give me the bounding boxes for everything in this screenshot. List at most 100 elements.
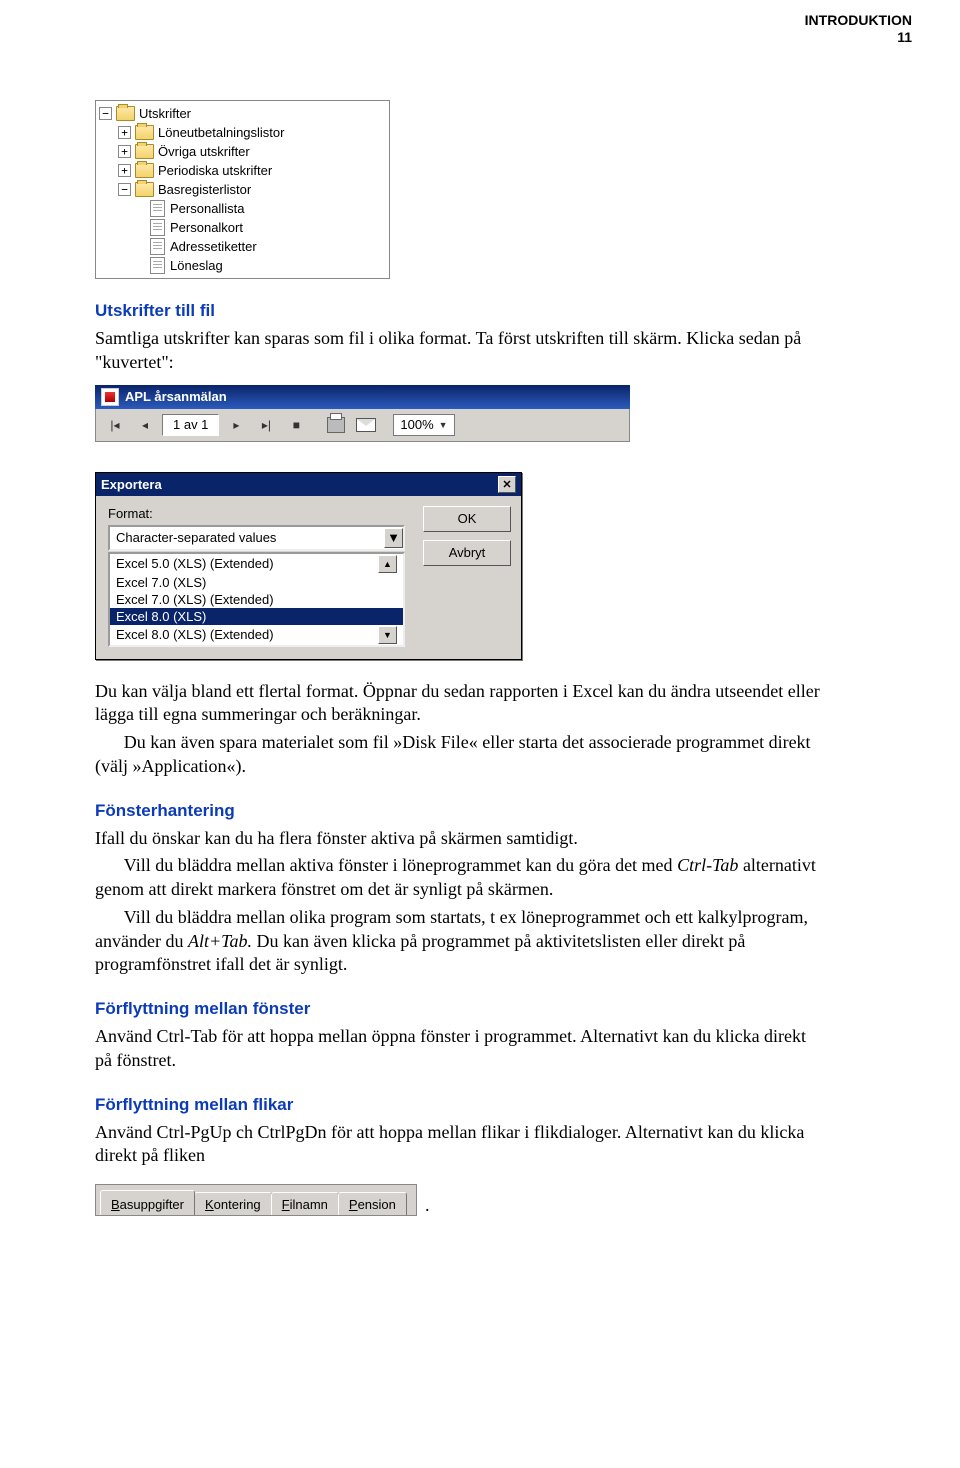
first-page-button[interactable]: |◂ <box>102 413 128 437</box>
envelope-icon <box>356 418 376 432</box>
combobox-value: Character-separated values <box>116 530 276 545</box>
tree-label: Övriga utskrifter <box>158 144 250 159</box>
folder-icon <box>135 125 154 140</box>
section-heading: Fönsterhantering <box>95 801 825 821</box>
tab-kontering[interactable]: Kontering <box>194 1192 272 1215</box>
page-indicator: 1 av 1 <box>162 414 219 436</box>
prev-page-button[interactable]: ◂ <box>132 413 158 437</box>
list-item[interactable]: Excel 8.0 (XLS) (Extended) ▼ <box>110 625 403 645</box>
tree-item[interactable]: Adressetiketter <box>99 237 389 256</box>
tree-label: Basregisterlistor <box>158 182 251 197</box>
tab-pension[interactable]: Pension <box>338 1192 407 1215</box>
format-listbox[interactable]: Excel 5.0 (XLS) (Extended) ▲ Excel 7.0 (… <box>108 552 405 647</box>
list-item[interactable]: Excel 7.0 (XLS) (Extended) <box>110 591 403 608</box>
tab-label: asuppgifter <box>120 1197 184 1212</box>
scroll-up-icon[interactable]: ▲ <box>378 555 397 573</box>
list-item-label: Excel 8.0 (XLS) (Extended) <box>116 627 274 642</box>
tree-label: Periodiska utskrifter <box>158 163 272 178</box>
tree-label: Personallista <box>170 201 244 216</box>
tree-label: Löneslag <box>170 258 223 273</box>
document-icon <box>150 219 165 236</box>
tree-label: Löneutbetalningslistor <box>158 125 284 140</box>
export-dialog: Exportera ✕ Format: Character-separated … <box>95 472 522 660</box>
body-text: Du kan även spara materialet som fil »Di… <box>95 731 825 779</box>
body-text: Ifall du önskar kan du ha flera fönster … <box>95 827 825 851</box>
document-icon <box>150 238 165 255</box>
section-heading: Utskrifter till fil <box>95 301 825 321</box>
close-button[interactable]: ✕ <box>498 476 516 493</box>
last-page-button[interactable]: ▸| <box>253 413 279 437</box>
print-button[interactable] <box>323 413 349 437</box>
printer-icon <box>327 417 345 433</box>
tree-view[interactable]: − Utskrifter + Löneutbetalningslistor + … <box>95 100 390 279</box>
tab-filnamn[interactable]: Filnamn <box>271 1192 339 1215</box>
folder-icon <box>135 182 154 197</box>
expand-icon[interactable]: + <box>118 145 131 158</box>
tree-item[interactable]: + Löneutbetalningslistor <box>99 123 389 142</box>
scroll-down-icon[interactable]: ▼ <box>378 626 397 644</box>
section-heading: Förflyttning mellan fönster <box>95 999 825 1019</box>
list-item-selected[interactable]: Excel 8.0 (XLS) <box>110 608 403 625</box>
button-label: OK <box>458 511 477 526</box>
expand-icon[interactable]: + <box>118 126 131 139</box>
list-item-label: Excel 7.0 (XLS) <box>116 575 206 590</box>
chevron-down-icon: ▼ <box>384 528 403 548</box>
collapse-icon[interactable]: − <box>99 107 112 120</box>
tree-item[interactable]: + Övriga utskrifter <box>99 142 389 161</box>
body-text: Använd Ctrl-Tab för att hoppa mellan öpp… <box>95 1025 825 1073</box>
tree-item[interactable]: + Periodiska utskrifter <box>99 161 389 180</box>
page-indicator-text: 1 av 1 <box>173 417 208 432</box>
format-combobox[interactable]: Character-separated values ▼ <box>108 525 405 551</box>
tab-label: ontering <box>214 1197 261 1212</box>
stop-button[interactable]: ■ <box>283 413 309 437</box>
body-text: Du kan välja bland ett flertal format. Ö… <box>95 680 825 728</box>
tree-item[interactable]: − Basregisterlistor <box>99 180 389 199</box>
list-item-label: Excel 5.0 (XLS) (Extended) <box>116 556 274 571</box>
tree-item[interactable]: Personallista <box>99 199 389 218</box>
body-text: Samtliga utskrifter kan sparas som fil i… <box>95 327 825 375</box>
page-number: 11 <box>805 29 912 46</box>
document-icon <box>150 257 165 274</box>
collapse-icon[interactable]: − <box>118 183 131 196</box>
body-text: . <box>425 1195 430 1216</box>
page-header: INTRODUKTION 11 <box>805 12 912 46</box>
next-page-button[interactable]: ▸ <box>223 413 249 437</box>
section-heading: Förflyttning mellan flikar <box>95 1095 825 1115</box>
folder-icon <box>135 144 154 159</box>
tree-label: Utskrifter <box>139 106 191 121</box>
tree-label: Personalkort <box>170 220 243 235</box>
export-button[interactable] <box>353 413 379 437</box>
dialog-titlebar: Exportera ✕ <box>96 473 521 496</box>
app-icon <box>101 388 119 406</box>
dialog-title: Exportera <box>101 477 162 492</box>
tab-label: ilnamn <box>290 1197 328 1212</box>
doc-title: INTRODUKTION <box>805 12 912 29</box>
cancel-button[interactable]: Avbryt <box>423 540 511 566</box>
tab-label: ension <box>358 1197 396 1212</box>
list-item-label: Excel 7.0 (XLS) (Extended) <box>116 592 274 607</box>
chevron-down-icon: ▼ <box>436 420 448 430</box>
format-label: Format: <box>108 506 405 521</box>
tree-label: Adressetiketter <box>170 239 257 254</box>
body-text: Vill du bläddra mellan olika program som… <box>95 906 825 977</box>
body-text: Vill du bläddra mellan aktiva fönster i … <box>95 854 825 902</box>
ok-button[interactable]: OK <box>423 506 511 532</box>
tree-item[interactable]: Personalkort <box>99 218 389 237</box>
button-label: Avbryt <box>449 545 486 560</box>
tree-item-utskrifter[interactable]: − Utskrifter <box>99 104 389 123</box>
list-item[interactable]: Excel 5.0 (XLS) (Extended) ▲ <box>110 554 403 574</box>
list-item[interactable]: Excel 7.0 (XLS) <box>110 574 403 591</box>
list-item-label: Excel 8.0 (XLS) <box>116 609 206 624</box>
body-text: Använd Ctrl-PgUp ch CtrlPgDn för att hop… <box>95 1121 825 1169</box>
zoom-value: 100% <box>400 417 433 432</box>
tab-basuppgifter[interactable]: Basuppgifter <box>100 1190 195 1215</box>
window-title: APL årsanmälan <box>125 389 227 404</box>
report-viewer: APL årsanmälan |◂ ◂ 1 av 1 ▸ ▸| ■ 100% ▼ <box>95 385 630 442</box>
tree-item[interactable]: Löneslag <box>99 256 389 275</box>
document-icon <box>150 200 165 217</box>
zoom-select[interactable]: 100% ▼ <box>393 414 454 436</box>
window-titlebar: APL årsanmälan <box>95 385 630 409</box>
tab-strip: Basuppgifter Kontering Filnamn Pension <box>95 1184 417 1216</box>
viewer-toolbar: |◂ ◂ 1 av 1 ▸ ▸| ■ 100% ▼ <box>95 409 630 442</box>
expand-icon[interactable]: + <box>118 164 131 177</box>
